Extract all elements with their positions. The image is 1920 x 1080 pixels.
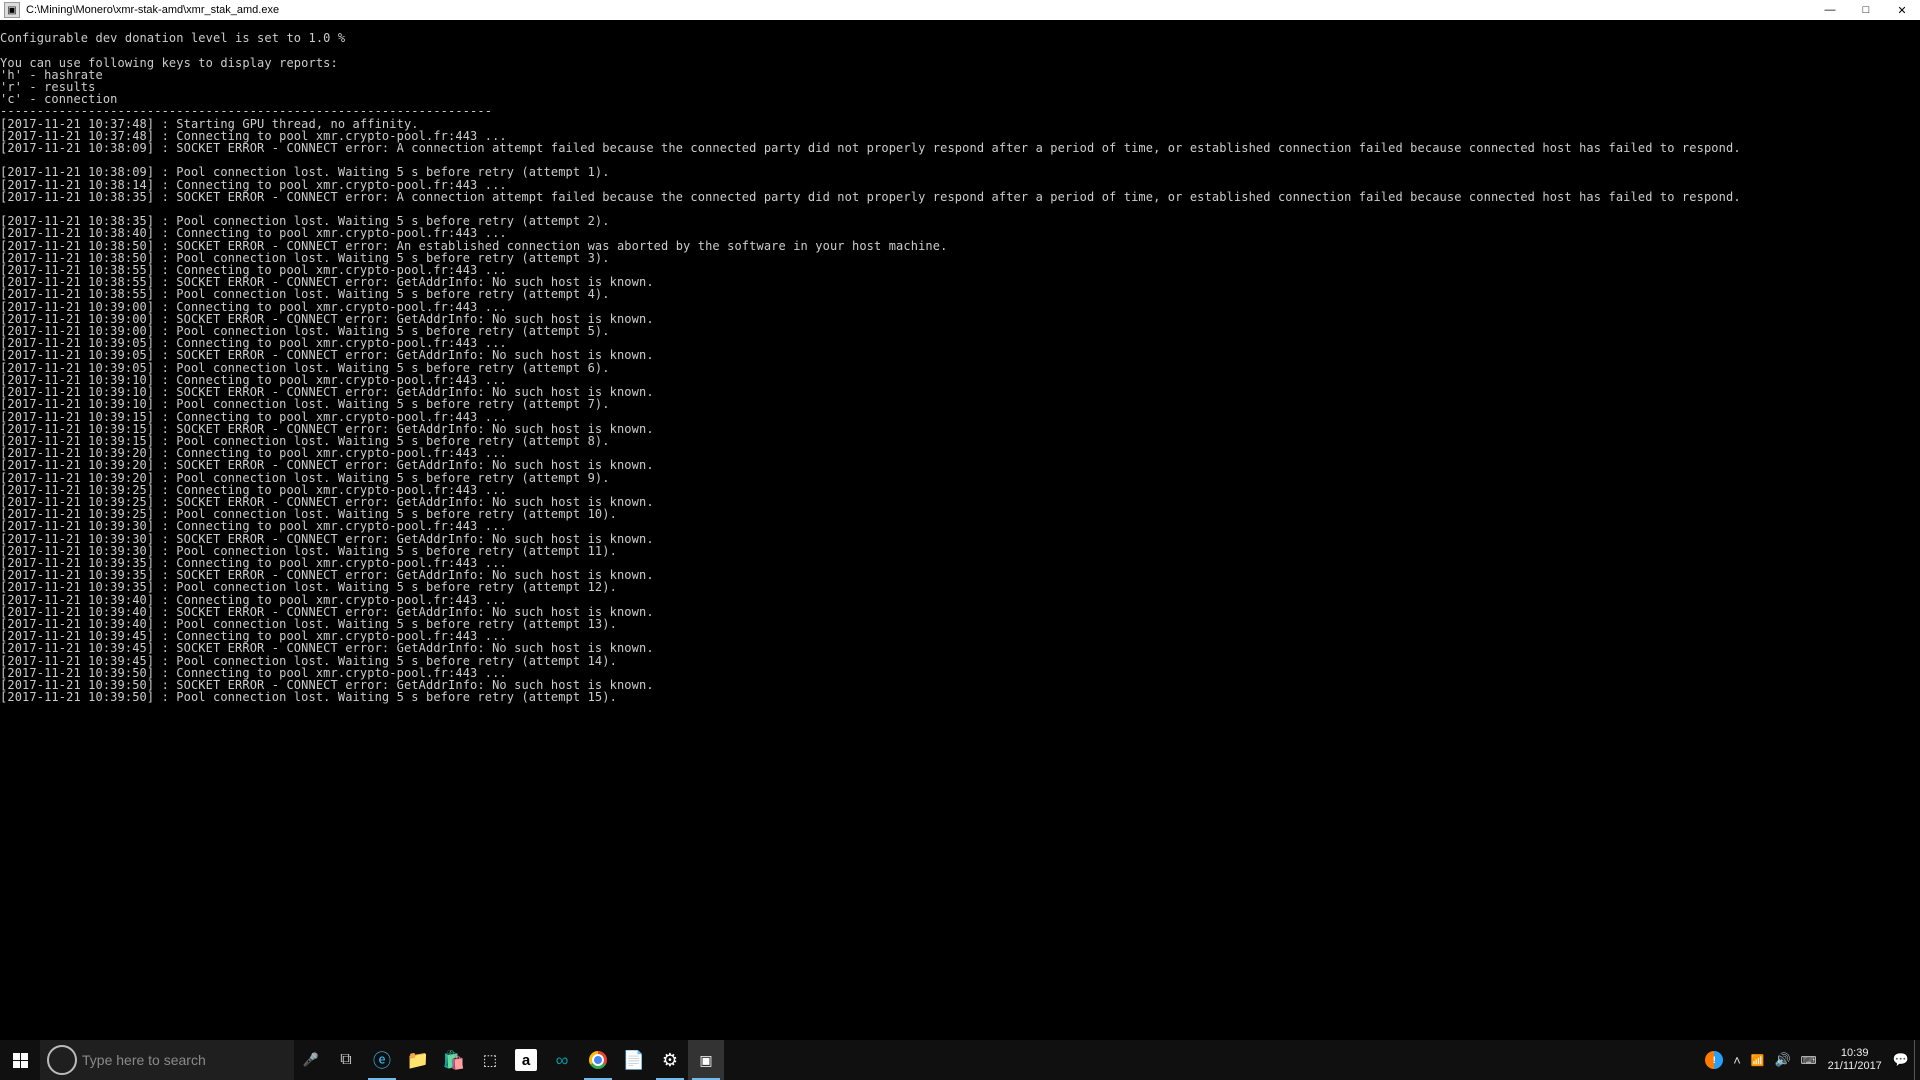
window-titlebar: ▣ C:\Mining\Monero\xmr-stak-amd\xmr_stak… bbox=[0, 0, 1920, 20]
infinity-icon: ∞ bbox=[556, 1050, 569, 1071]
tray-show-hidden[interactable]: ˄ bbox=[1728, 1040, 1746, 1080]
search-placeholder: Type here to search bbox=[82, 1052, 206, 1068]
system-tray: ! ˄ 📶 🔊 ⌨ 10:39 21/11/2017 💬 bbox=[1700, 1040, 1920, 1080]
tray-language[interactable]: ⌨ bbox=[1796, 1040, 1822, 1080]
taskbar-app-store[interactable]: 🛍️ bbox=[436, 1040, 472, 1080]
search-box[interactable]: Type here to search bbox=[40, 1040, 294, 1080]
taskbar-app-dropbox[interactable]: ⬚ bbox=[472, 1040, 508, 1080]
taskbar: Type here to search 🎤 ⧉ ⓔ 📁 🛍️ ⬚ a ∞ 📄 ⚙… bbox=[0, 1040, 1920, 1080]
chevron-up-icon: ˄ bbox=[1733, 1053, 1741, 1068]
tray-volume[interactable]: 🔊 bbox=[1769, 1040, 1795, 1080]
folder-icon: 📁 bbox=[407, 1050, 429, 1071]
chrome-icon bbox=[589, 1051, 607, 1069]
console-output[interactable]: Configurable dev donation level is set t… bbox=[0, 20, 1920, 1040]
window-controls: ― □ ✕ bbox=[1812, 0, 1920, 20]
minimize-button[interactable]: ― bbox=[1812, 0, 1848, 20]
volume-icon: 🔊 bbox=[1774, 1052, 1790, 1068]
taskbar-app-edge[interactable]: ⓔ bbox=[364, 1040, 400, 1080]
microphone-icon: 🎤 bbox=[303, 1052, 319, 1068]
taskbar-app-arduino[interactable]: ∞ bbox=[544, 1040, 580, 1080]
clock-date: 21/11/2017 bbox=[1828, 1060, 1882, 1073]
close-button[interactable]: ✕ bbox=[1884, 0, 1920, 20]
maximize-icon: □ bbox=[1863, 4, 1870, 16]
wifi-icon: 📶 bbox=[1751, 1054, 1765, 1067]
cortana-icon bbox=[47, 1045, 77, 1075]
maximize-button[interactable]: □ bbox=[1848, 0, 1884, 20]
close-icon: ✕ bbox=[1897, 4, 1906, 17]
show-desktop-button[interactable] bbox=[1914, 1040, 1920, 1080]
notification-icon: 💬 bbox=[1893, 1052, 1909, 1068]
tray-antivirus[interactable]: ! bbox=[1700, 1040, 1728, 1080]
clock-time: 10:39 bbox=[1841, 1047, 1869, 1060]
windows-logo-icon bbox=[13, 1053, 28, 1068]
amazon-icon: a bbox=[515, 1049, 537, 1071]
taskbar-app-explorer[interactable]: 📁 bbox=[400, 1040, 436, 1080]
taskbar-app-cmd[interactable]: ▣ bbox=[688, 1040, 724, 1080]
gear-icon: ⚙ bbox=[662, 1050, 678, 1071]
taskbar-app-notepad[interactable]: 📄 bbox=[616, 1040, 652, 1080]
keyboard-icon: ⌨ bbox=[1801, 1054, 1817, 1067]
tray-network[interactable]: 📶 bbox=[1746, 1040, 1770, 1080]
avast-icon: ! bbox=[1705, 1051, 1723, 1069]
taskview-icon: ⧉ bbox=[340, 1051, 351, 1069]
app-icon: ▣ bbox=[4, 2, 20, 18]
taskbar-app-amazon[interactable]: a bbox=[508, 1040, 544, 1080]
start-button[interactable] bbox=[0, 1040, 40, 1080]
minimize-icon: ― bbox=[1825, 4, 1836, 16]
taskbar-app-settings[interactable]: ⚙ bbox=[652, 1040, 688, 1080]
taskbar-app-chrome[interactable] bbox=[580, 1040, 616, 1080]
store-icon: 🛍️ bbox=[443, 1050, 465, 1071]
window-title: C:\Mining\Monero\xmr-stak-amd\xmr_stak_a… bbox=[24, 4, 1812, 16]
dropbox-icon: ⬚ bbox=[483, 1051, 497, 1069]
mic-button[interactable]: 🎤 bbox=[294, 1040, 328, 1080]
taskview-button[interactable]: ⧉ bbox=[328, 1040, 364, 1080]
tray-clock[interactable]: 10:39 21/11/2017 bbox=[1822, 1040, 1888, 1080]
edge-icon: ⓔ bbox=[373, 1047, 391, 1073]
tray-action-center[interactable]: 💬 bbox=[1888, 1040, 1914, 1080]
notepad-icon: 📄 bbox=[623, 1050, 645, 1071]
terminal-icon: ▣ bbox=[699, 1052, 712, 1069]
